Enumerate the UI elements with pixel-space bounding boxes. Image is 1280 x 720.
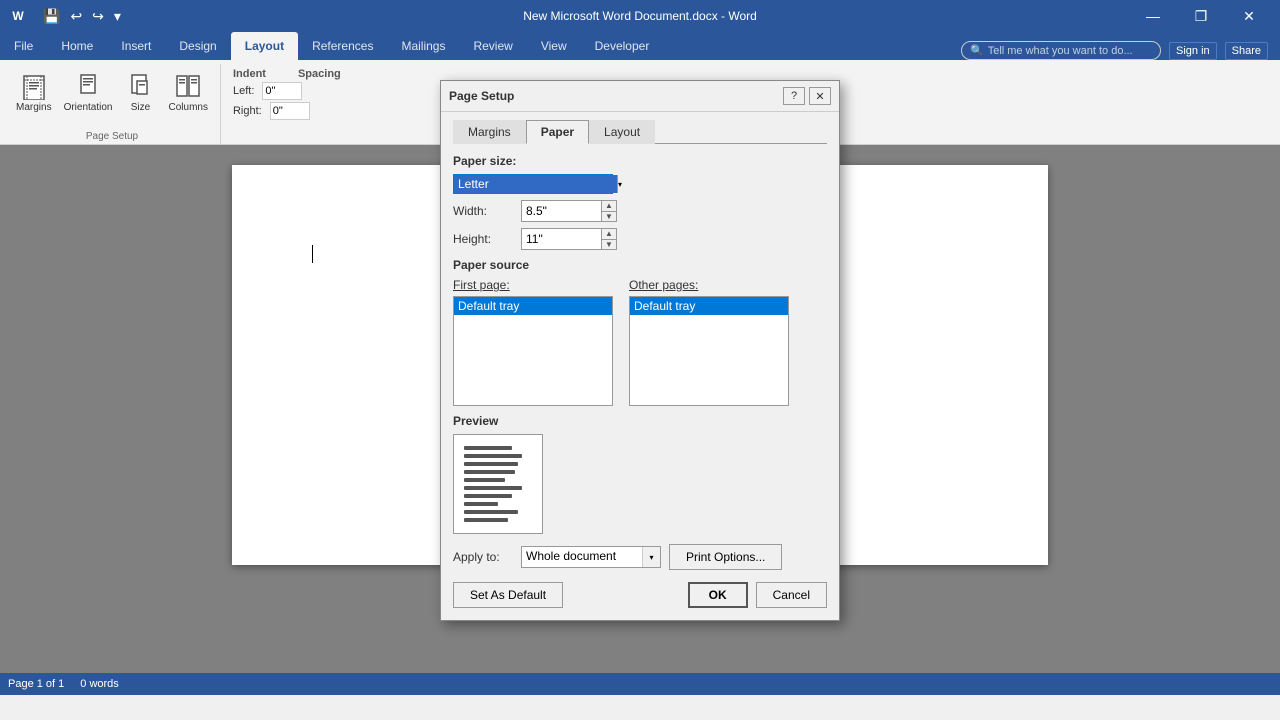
dialog-title: Page Setup xyxy=(449,89,514,103)
paper-source-label: Paper source xyxy=(453,258,827,272)
apply-to-label: Apply to: xyxy=(453,550,513,564)
apply-to-row: Apply to: Whole document ▾ Print Options… xyxy=(453,544,827,570)
first-page-col: First page: Default tray xyxy=(453,278,613,406)
height-label: Height: xyxy=(453,232,513,246)
apply-to-combo[interactable]: Whole document ▾ xyxy=(521,546,661,568)
tab-paper[interactable]: Paper xyxy=(526,120,589,144)
width-row: Width: ▲ ▼ xyxy=(453,200,827,222)
print-options-button[interactable]: Print Options... xyxy=(669,544,782,570)
dialog-close-button[interactable]: ✕ xyxy=(809,87,831,105)
preview-section: Preview xyxy=(453,414,827,534)
modal-overlay: Page Setup ? ✕ Margins Paper Layout Pape… xyxy=(0,0,1280,720)
apply-to-dropdown-arrow[interactable]: ▾ xyxy=(642,547,660,567)
apply-to-value: Whole document xyxy=(522,547,642,567)
preview-box xyxy=(453,434,543,534)
tab-margins[interactable]: Margins xyxy=(453,120,526,144)
other-pages-label: Other pages: xyxy=(629,278,789,292)
dialog-body: Margins Paper Layout Paper size: ▾ Width… xyxy=(441,112,839,620)
dialog-footer: Set As Default OK Cancel xyxy=(453,582,827,608)
page-setup-dialog: Page Setup ? ✕ Margins Paper Layout Pape… xyxy=(440,80,840,621)
preview-line-7 xyxy=(464,494,512,498)
dialog-help-button[interactable]: ? xyxy=(783,87,805,105)
paper-size-input[interactable] xyxy=(454,175,617,193)
set-as-default-button[interactable]: Set As Default xyxy=(453,582,563,608)
height-increment-button[interactable]: ▲ xyxy=(602,229,616,240)
paper-source-section: Paper source First page: Default tray Ot… xyxy=(453,258,827,406)
preview-line-8 xyxy=(464,502,498,506)
preview-line-4 xyxy=(464,470,515,474)
preview-label: Preview xyxy=(453,414,827,428)
height-decrement-button[interactable]: ▼ xyxy=(602,240,616,250)
paper-size-dropdown-arrow[interactable]: ▾ xyxy=(617,175,622,193)
dialog-titlebar-buttons: ? ✕ xyxy=(783,87,831,105)
height-spin-buttons: ▲ ▼ xyxy=(601,228,617,250)
paper-size-row: ▾ xyxy=(453,174,827,194)
preview-line-6 xyxy=(464,486,522,490)
preview-line-3 xyxy=(464,462,518,466)
preview-line-5 xyxy=(464,478,505,482)
dialog-tabs: Margins Paper Layout xyxy=(453,120,827,144)
dialog-footer-left: Set As Default xyxy=(453,582,563,608)
width-spin-buttons: ▲ ▼ xyxy=(601,200,617,222)
paper-size-combo[interactable]: ▾ xyxy=(453,174,613,194)
ok-button[interactable]: OK xyxy=(688,582,748,608)
other-pages-default-tray[interactable]: Default tray xyxy=(630,297,788,315)
preview-line-2 xyxy=(464,454,522,458)
cancel-button[interactable]: Cancel xyxy=(756,582,827,608)
height-spinner: ▲ ▼ xyxy=(521,228,617,250)
first-page-default-tray[interactable]: Default tray xyxy=(454,297,612,315)
height-row: Height: ▲ ▼ xyxy=(453,228,827,250)
paper-source-columns: First page: Default tray Other pages: De… xyxy=(453,278,827,406)
preview-line-1 xyxy=(464,446,512,450)
width-spinner: ▲ ▼ xyxy=(521,200,617,222)
width-increment-button[interactable]: ▲ xyxy=(602,201,616,212)
width-input[interactable] xyxy=(521,200,601,222)
dialog-titlebar: Page Setup ? ✕ xyxy=(441,81,839,112)
paper-size-section-label: Paper size: xyxy=(453,154,827,168)
first-page-label: First page: xyxy=(453,278,613,292)
preview-line-10 xyxy=(464,518,508,522)
other-pages-listbox[interactable]: Default tray xyxy=(629,296,789,406)
preview-line-9 xyxy=(464,510,518,514)
other-pages-col: Other pages: Default tray xyxy=(629,278,789,406)
width-decrement-button[interactable]: ▼ xyxy=(602,212,616,222)
first-page-listbox[interactable]: Default tray xyxy=(453,296,613,406)
height-input[interactable] xyxy=(521,228,601,250)
tab-layout[interactable]: Layout xyxy=(589,120,655,144)
width-label: Width: xyxy=(453,204,513,218)
